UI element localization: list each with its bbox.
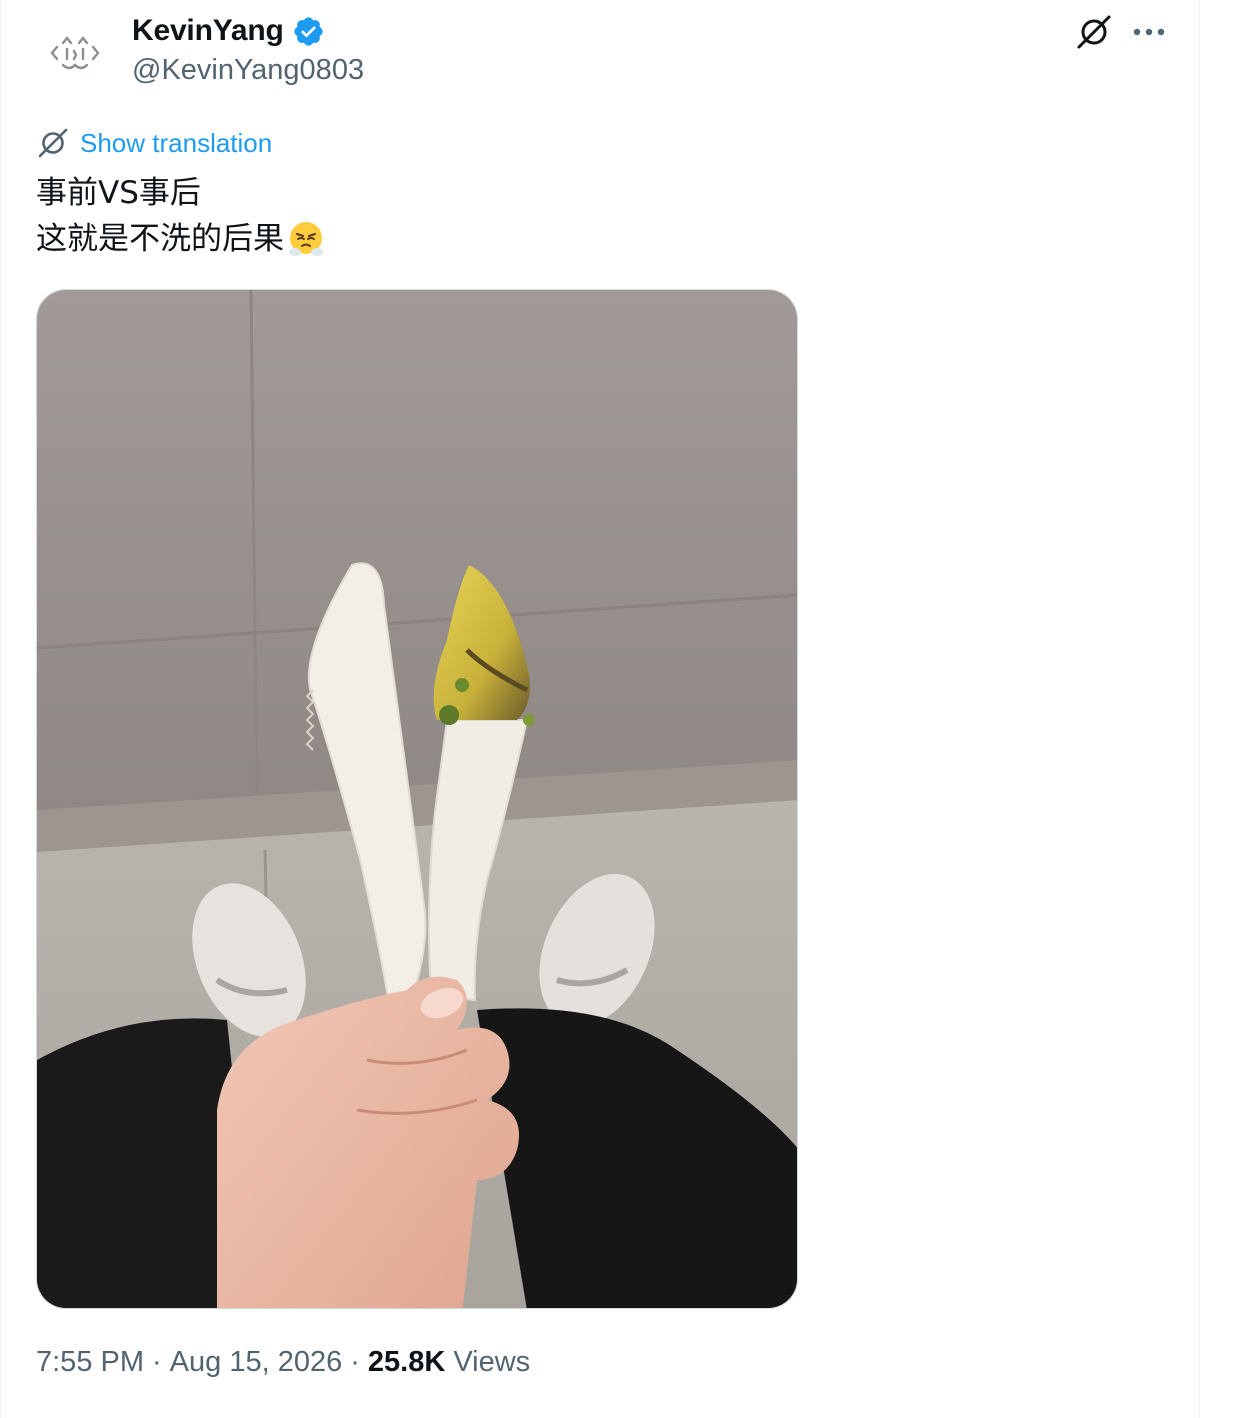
photo-two-plastic-knives	[37, 290, 797, 1308]
avatar-face-icon	[50, 36, 100, 70]
divider-left	[0, 0, 1, 1418]
tweet-meta: 7:55 PM · Aug 15, 2026 · 25.8K Views	[36, 1346, 530, 1379]
grok-icon	[1077, 15, 1111, 49]
avatar[interactable]	[36, 14, 114, 92]
tweet-page: KevinYang @KevinYang0803 Show translatio…	[0, 0, 1236, 1418]
grok-button[interactable]	[1074, 12, 1114, 52]
tweet-line-1: 事前VS事后	[36, 175, 201, 211]
more-options-button[interactable]	[1128, 12, 1170, 52]
tweet-time[interactable]: 7:55 PM	[36, 1346, 144, 1378]
tweet-photo[interactable]	[36, 289, 798, 1309]
views-label: Views	[453, 1346, 531, 1378]
show-translation-link[interactable]: Show translation	[36, 126, 272, 160]
divider-right	[1199, 0, 1200, 1418]
meta-separator: ·	[152, 1346, 162, 1378]
author-handle[interactable]: @KevinYang0803	[132, 54, 364, 87]
verified-badge-icon	[292, 15, 325, 48]
show-translation-label[interactable]: Show translation	[80, 128, 272, 159]
grok-translate-icon	[38, 128, 68, 158]
tweet-line-2: 这就是不洗的后果	[36, 216, 326, 262]
author-name-row[interactable]: KevinYang	[132, 14, 325, 48]
more-dots-icon	[1133, 28, 1165, 36]
tweet-date[interactable]: Aug 15, 2026	[170, 1346, 343, 1378]
tweet-text: 事前VS事后 这就是不洗的后果	[36, 170, 326, 262]
tweet-line-2-text: 这就是不洗的后果	[36, 221, 284, 257]
views-count: 25.8K	[367, 1346, 446, 1378]
display-name[interactable]: KevinYang	[132, 14, 284, 48]
meta-separator-2: ·	[350, 1346, 360, 1378]
steam-face-emoji-icon	[286, 219, 326, 259]
